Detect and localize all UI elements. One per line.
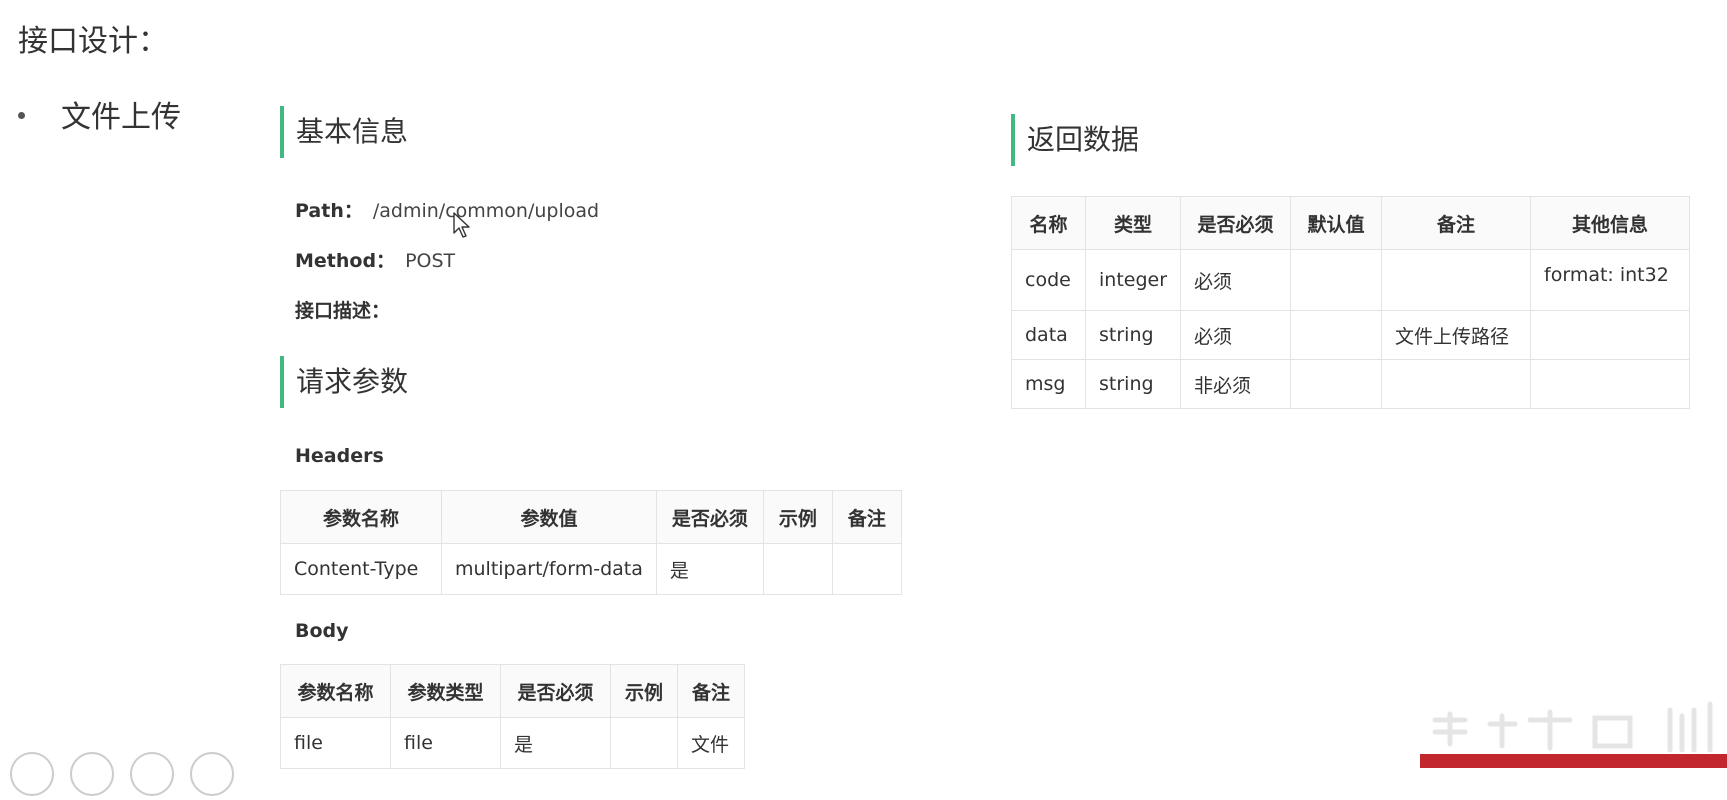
table-row: data string 必须 文件上传路径 — [1011, 310, 1691, 360]
column-header: 示例 — [762, 490, 833, 544]
table-cell: code — [1011, 249, 1086, 311]
column-header: 默认值 — [1290, 196, 1383, 250]
table-cell: string — [1084, 359, 1182, 409]
column-header: 是否必须 — [655, 490, 764, 544]
table-cell: 是 — [655, 543, 764, 595]
path-value: /admin/common/upload — [372, 200, 600, 222]
table-cell: data — [1011, 310, 1086, 360]
bullet-item: 文件上传 — [18, 92, 181, 136]
column-header: 是否必须 — [1180, 196, 1292, 250]
column-header: 类型 — [1084, 196, 1182, 250]
table-header-row: 参数名称 参数类型 是否必须 示例 备注 — [280, 664, 745, 718]
page-title: 接口设计： — [18, 24, 168, 59]
table-cell: file — [390, 717, 501, 769]
body-label: Body — [295, 620, 349, 642]
table-cell: msg — [1011, 359, 1086, 409]
response-table: 名称 类型 是否必须 默认值 备注 其他信息 code integer 必须 f… — [1011, 196, 1691, 409]
column-header: 名称 — [1011, 196, 1086, 250]
table-cell — [762, 543, 833, 595]
column-header: 其他信息 — [1530, 196, 1691, 250]
table-header-row: 名称 类型 是否必须 默认值 备注 其他信息 — [1011, 196, 1691, 250]
path-label: Path： — [295, 200, 363, 222]
response-heading: 返回数据 — [1011, 114, 1139, 166]
table-cell: 非必须 — [1180, 359, 1292, 409]
table-row: Content-Type multipart/form-data 是 — [280, 543, 902, 595]
table-cell: 必须 — [1180, 249, 1292, 311]
headers-label: Headers — [295, 445, 384, 467]
table-cell — [1530, 310, 1691, 360]
table-cell — [1290, 310, 1383, 360]
watermark-bar — [1420, 754, 1727, 768]
table-cell: format: int32 — [1530, 249, 1691, 311]
table-cell — [1290, 249, 1383, 311]
table-row: code integer 必须 format: int32 — [1011, 249, 1691, 311]
headers-table: 参数名称 参数值 是否必须 示例 备注 Content-Type multipa… — [280, 490, 902, 595]
table-cell: integer — [1084, 249, 1182, 311]
table-header-row: 参数名称 参数值 是否必须 示例 备注 — [280, 490, 902, 544]
table-cell — [1381, 249, 1532, 311]
column-header: 是否必须 — [500, 664, 611, 718]
method-value: POST — [405, 250, 456, 272]
pen-icon[interactable] — [10, 752, 54, 796]
column-header: 备注 — [1381, 196, 1532, 250]
table-cell: multipart/form-data — [441, 543, 657, 595]
column-header: 参数名称 — [280, 490, 442, 544]
mouse-cursor-icon — [453, 212, 470, 238]
grid-icon[interactable] — [70, 752, 114, 796]
column-header: 参数名称 — [280, 664, 391, 718]
table-cell — [610, 717, 678, 769]
table-row: file file 是 文件 — [280, 717, 745, 769]
table-cell: string — [1084, 310, 1182, 360]
table-cell: 必须 — [1180, 310, 1292, 360]
column-header: 示例 — [610, 664, 678, 718]
method-field: Method： POST — [295, 246, 455, 273]
column-header: 参数值 — [441, 490, 657, 544]
column-header: 备注 — [831, 490, 902, 544]
table-cell: 是 — [500, 717, 611, 769]
table-row: msg string 非必须 — [1011, 359, 1691, 409]
path-field: Path： /admin/common/upload — [295, 196, 599, 223]
column-header: 参数类型 — [390, 664, 501, 718]
basic-info-heading: 基本信息 — [280, 106, 408, 158]
desc-label: 接口描述： — [295, 300, 391, 322]
bullet-label: 文件上传 — [61, 100, 181, 135]
desc-field: 接口描述： — [295, 296, 390, 323]
table-cell — [1530, 359, 1691, 409]
method-label: Method： — [295, 250, 396, 272]
request-params-heading: 请求参数 — [280, 356, 408, 408]
viewer-controls — [10, 752, 250, 800]
table-cell — [1290, 359, 1383, 409]
more-icon[interactable] — [190, 752, 234, 796]
table-cell — [1381, 359, 1532, 409]
table-cell: 文件 — [677, 717, 745, 769]
table-cell — [831, 543, 902, 595]
zoom-icon[interactable] — [130, 752, 174, 796]
table-cell: Content-Type — [280, 543, 442, 595]
table-cell: file — [280, 717, 391, 769]
table-cell: 文件上传路径 — [1381, 310, 1532, 360]
column-header: 备注 — [677, 664, 745, 718]
body-table: 参数名称 参数类型 是否必须 示例 备注 file file 是 文件 — [280, 664, 745, 769]
bullet-dot-icon — [18, 112, 25, 119]
